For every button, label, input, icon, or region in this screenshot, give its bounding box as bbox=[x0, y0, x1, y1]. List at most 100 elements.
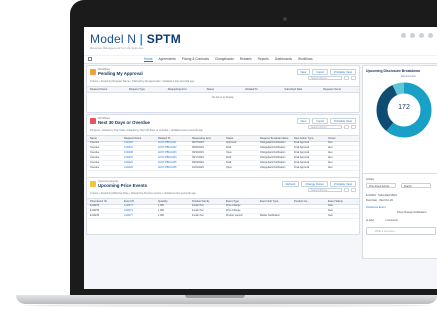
table-row[interactable]: E-00236 0-00077 1,000 Insulin Pen Produc… bbox=[87, 214, 359, 219]
new-button[interactable]: New bbox=[296, 69, 311, 75]
settings-gear-icon[interactable] bbox=[344, 125, 349, 129]
comment-input[interactable]: Write a comment... bbox=[366, 227, 436, 235]
cell: Market Notification bbox=[260, 214, 280, 217]
cell-link[interactable]: 0-00208 bbox=[121, 151, 155, 155]
webcam-icon bbox=[283, 17, 287, 21]
column-header[interactable]: Request Name bbox=[87, 87, 126, 92]
refresh-icon[interactable] bbox=[351, 125, 356, 129]
navbar: Home Agreements Pricing & Contracts Char… bbox=[84, 55, 437, 64]
cell-link[interactable]: ACCT-PBM-1002 bbox=[155, 146, 189, 150]
nav-tab-agreements[interactable]: Agreements bbox=[159, 57, 176, 62]
pending-approval-card: Workflows Pending My Approval New Import… bbox=[86, 65, 360, 113]
disclosure-breakdown-card: Upcoming Disclosure Breakdown Record Cou… bbox=[362, 65, 437, 179]
list-search-input[interactable]: Search this list... bbox=[308, 125, 342, 129]
cell-link[interactable]: 0-00077 bbox=[121, 214, 155, 218]
printable-view-button[interactable]: Printable View bbox=[330, 69, 356, 75]
cell: Final Approval bbox=[294, 141, 310, 144]
logo-text: Model N bbox=[90, 32, 137, 46]
new-button[interactable]: New bbox=[296, 118, 311, 124]
cell-link[interactable]: 0-00193 bbox=[121, 141, 155, 145]
cell: 1,000 bbox=[158, 204, 164, 207]
add-button[interactable]: ⊕ Add bbox=[366, 219, 373, 222]
avatar[interactable] bbox=[428, 33, 433, 38]
nav-tab-reports[interactable]: Reports bbox=[258, 57, 269, 62]
list-status: 0 items • Sorted by Request Name • Filte… bbox=[90, 80, 195, 83]
cell-link[interactable]: 0-00201 bbox=[121, 146, 155, 150]
cell: E-00235 bbox=[90, 209, 100, 212]
card-title: Pending My Approval bbox=[98, 71, 143, 76]
cell: Final Approval bbox=[294, 151, 310, 154]
cell bbox=[291, 209, 325, 213]
cell: 08/27/2021 bbox=[192, 141, 204, 144]
cell: Chargeback Notification bbox=[260, 141, 286, 144]
column-header[interactable]: Submitted Date bbox=[281, 87, 320, 92]
calendar-icon bbox=[90, 118, 96, 124]
nav-tab-workflows[interactable]: Workflows bbox=[298, 57, 313, 62]
laptop-shadow bbox=[24, 304, 429, 307]
settings-icon[interactable] bbox=[410, 33, 415, 38]
cell-link[interactable]: ACCT-PBM-1006 bbox=[155, 166, 189, 170]
column-header[interactable]: Related To bbox=[242, 87, 281, 92]
donut-total: 172 bbox=[398, 104, 410, 111]
change-owner-button[interactable]: Change Owner bbox=[301, 181, 329, 187]
refresh-button[interactable]: Refresh bbox=[281, 181, 300, 187]
help-icon[interactable] bbox=[401, 33, 406, 38]
logo-brand: SPTM bbox=[146, 32, 181, 46]
import-button[interactable]: Import bbox=[312, 118, 329, 124]
notification-icon[interactable] bbox=[419, 33, 424, 38]
cell-link[interactable]: ACCT-PBM-1004 bbox=[155, 156, 189, 160]
cell: Draft bbox=[226, 156, 232, 159]
import-button[interactable]: Import bbox=[312, 69, 329, 75]
donut-chart[interactable]: 172 bbox=[374, 80, 434, 140]
column-header[interactable]: Status bbox=[204, 87, 243, 92]
cell: Chargeback Notification bbox=[260, 146, 286, 149]
laptop-notch bbox=[185, 295, 245, 298]
nav-tab-dashboards[interactable]: Dashboards bbox=[275, 57, 292, 62]
settings-gear-icon[interactable] bbox=[344, 188, 349, 192]
nav-tab-home[interactable]: Home bbox=[144, 57, 153, 62]
column-header[interactable]: Request Owner bbox=[320, 87, 359, 92]
cell-link[interactable]: 0-00229 bbox=[121, 166, 155, 170]
card-actions: Refresh Change Owner Printable View bbox=[281, 181, 356, 187]
activity-filter-select[interactable]: Price Event Activity bbox=[366, 183, 396, 188]
cell: Alex bbox=[328, 141, 333, 144]
cell: 09/10/2021 bbox=[192, 151, 204, 154]
comment-button[interactable]: ▪ Comment bbox=[385, 219, 398, 222]
column-header[interactable]: Requesting Acct. bbox=[165, 87, 204, 92]
activity-link[interactable]: Disclosure Event bbox=[366, 206, 385, 209]
nav-tab-pricing[interactable]: Pricing & Contracts bbox=[182, 57, 209, 62]
refresh-icon[interactable] bbox=[351, 76, 356, 80]
cell-link[interactable]: 0-00073 bbox=[121, 204, 155, 208]
logo[interactable]: Model N | SPTM bbox=[90, 32, 181, 46]
list-search-input[interactable]: Search this list... bbox=[308, 188, 342, 192]
list-tools bbox=[344, 188, 356, 192]
cell-link[interactable]: ACCT-PBM-1001 bbox=[155, 141, 189, 145]
list-search-input[interactable]: Search this list... bbox=[308, 76, 342, 80]
activity-header: Activity bbox=[366, 178, 375, 181]
nav-tab-chargebacks[interactable]: Chargebacks bbox=[215, 57, 234, 62]
cell: Overdue bbox=[90, 151, 100, 154]
nav-tab-rebates[interactable]: Rebates bbox=[240, 57, 252, 62]
refresh-icon[interactable] bbox=[351, 188, 356, 192]
cell-link[interactable]: 0-00215 bbox=[121, 156, 155, 160]
column-header[interactable]: Request Type bbox=[126, 87, 165, 92]
card-actions: New Import Printable View bbox=[296, 118, 356, 124]
cell-link[interactable]: ACCT-PBM-1003 bbox=[155, 151, 189, 155]
app-launcher-icon[interactable] bbox=[88, 57, 92, 61]
activity-search-input[interactable]: Search bbox=[401, 183, 431, 188]
printable-view-button[interactable]: Printable View bbox=[330, 181, 356, 187]
comment-label: Comment bbox=[386, 219, 398, 222]
cell-link[interactable]: 0-00222 bbox=[121, 161, 155, 165]
table-row[interactable]: Overdue 0-00229 ACCT-PBM-1006 10/01/2021… bbox=[87, 166, 359, 171]
settings-gear-icon[interactable] bbox=[344, 76, 349, 80]
cell: Alex bbox=[328, 156, 333, 159]
printable-view-button[interactable]: Printable View bbox=[330, 118, 356, 124]
cell: E-00234 bbox=[90, 204, 100, 207]
cell-link[interactable]: 0-00074 bbox=[121, 209, 155, 213]
cell-link[interactable]: ACCT-PBM-1005 bbox=[155, 161, 189, 165]
cell: Overdue bbox=[90, 141, 100, 144]
cell: Overdue bbox=[90, 146, 100, 149]
add-label: Add bbox=[368, 219, 374, 222]
cell: Overdue bbox=[90, 166, 100, 169]
cell bbox=[291, 214, 325, 218]
